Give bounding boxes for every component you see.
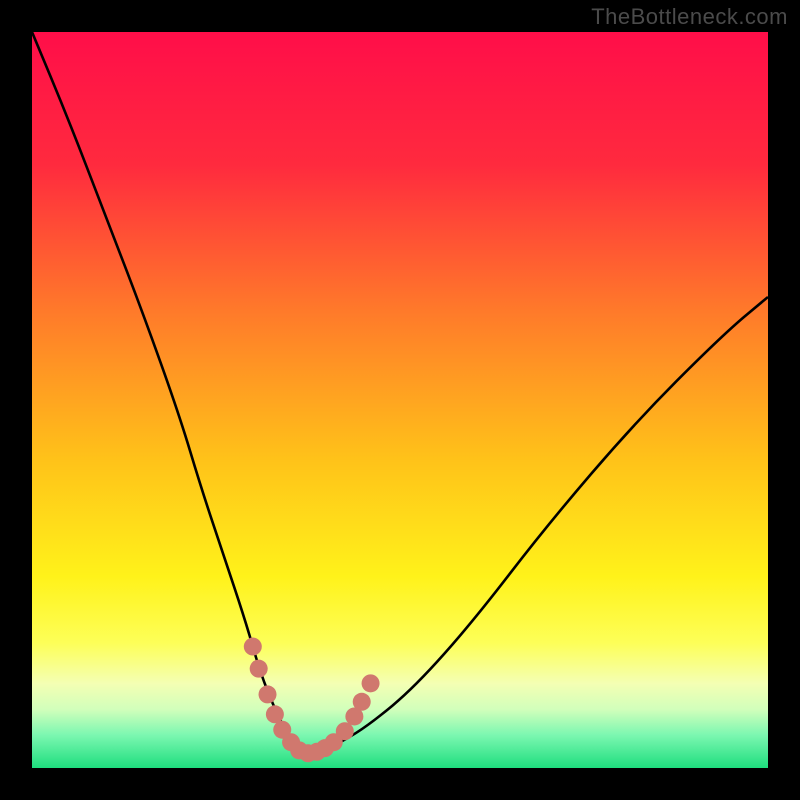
plot-area bbox=[32, 32, 768, 768]
chart-overlay bbox=[32, 32, 768, 768]
curve-markers bbox=[244, 638, 380, 763]
curve-marker bbox=[353, 693, 371, 711]
curve-marker bbox=[336, 722, 354, 740]
curve-marker bbox=[244, 638, 262, 656]
watermark-text: TheBottleneck.com bbox=[591, 4, 788, 30]
chart-frame: TheBottleneck.com bbox=[0, 0, 800, 800]
curve-marker bbox=[250, 660, 268, 678]
bottleneck-curve bbox=[32, 32, 768, 753]
curve-marker bbox=[266, 705, 284, 723]
curve-marker bbox=[259, 685, 277, 703]
curve-marker bbox=[362, 674, 380, 692]
